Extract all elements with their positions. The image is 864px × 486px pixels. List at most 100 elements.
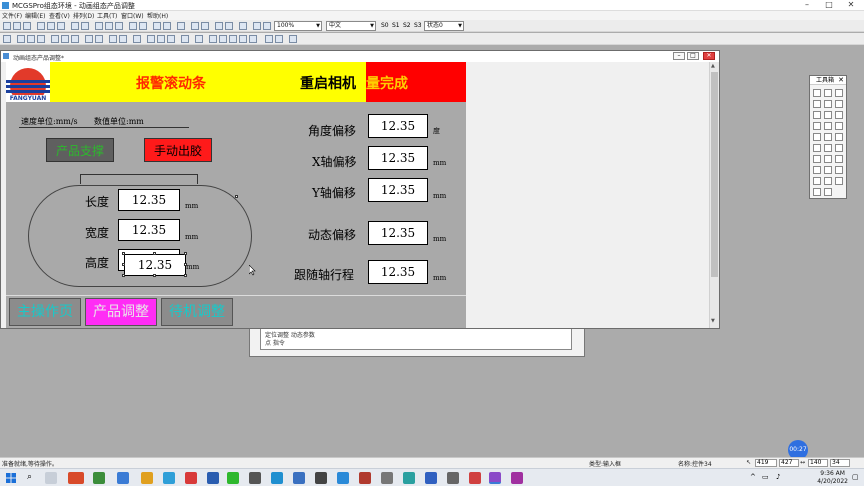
volume-icon[interactable]: ♪ bbox=[776, 473, 780, 481]
round-rect-tool-icon[interactable] bbox=[824, 100, 832, 108]
cut-icon[interactable] bbox=[37, 22, 45, 30]
menu-arrange[interactable]: 排列(D) bbox=[73, 11, 94, 20]
fx-tool-icon[interactable] bbox=[824, 188, 832, 196]
app-icon-12[interactable] bbox=[381, 472, 393, 484]
app-icon-16[interactable] bbox=[511, 472, 523, 484]
product-adjust-button[interactable]: 产品调整 bbox=[85, 298, 157, 326]
switch-tool-icon[interactable] bbox=[824, 144, 832, 152]
new-icon[interactable] bbox=[3, 22, 11, 30]
width-input[interactable]: 12.35 bbox=[118, 219, 180, 241]
background-window[interactable]: 定位调整 动态参数 点 指令 bbox=[249, 327, 585, 357]
menu-view[interactable]: 查看(V) bbox=[49, 11, 70, 20]
toolbox-close-icon[interactable]: ✕ bbox=[838, 76, 844, 85]
pointer-icon[interactable] bbox=[3, 35, 11, 43]
radio-tool-icon[interactable] bbox=[835, 155, 843, 163]
image-icon[interactable] bbox=[219, 35, 227, 43]
text-tool-icon[interactable] bbox=[824, 111, 832, 119]
state-select[interactable]: 状态0 ▼ bbox=[424, 21, 464, 31]
mcgs-icon[interactable] bbox=[489, 472, 501, 484]
child-minimize-icon[interactable]: – bbox=[673, 52, 685, 60]
undo-icon[interactable] bbox=[71, 22, 79, 30]
ellipse-tool-icon[interactable] bbox=[835, 100, 843, 108]
flip-h-icon[interactable] bbox=[157, 35, 165, 43]
main-page-button[interactable]: 主操作页 bbox=[9, 298, 81, 326]
height-input[interactable]: 12.35 bbox=[124, 254, 186, 276]
rect-tool-icon[interactable] bbox=[813, 100, 821, 108]
vertical-scrollbar[interactable]: ▲ ▼ bbox=[709, 62, 719, 328]
same-width-icon[interactable] bbox=[51, 35, 59, 43]
align-left-icon[interactable] bbox=[95, 22, 103, 30]
angle-offset-input[interactable]: 12.35 bbox=[368, 114, 428, 138]
scroll-thumb[interactable] bbox=[711, 72, 718, 277]
align-middle-icon[interactable] bbox=[27, 35, 35, 43]
save-icon[interactable] bbox=[23, 22, 31, 30]
align-center-icon[interactable] bbox=[105, 22, 113, 30]
tray-arrow-icon[interactable]: ^ bbox=[750, 473, 756, 481]
slider-tool-icon[interactable] bbox=[813, 144, 821, 152]
knob-tool-icon[interactable] bbox=[835, 144, 843, 152]
copy-icon[interactable] bbox=[47, 22, 55, 30]
manual-glue-button[interactable]: 手动出胶 bbox=[144, 138, 212, 162]
follow-axis-input[interactable]: 12.35 bbox=[368, 260, 428, 284]
list-tool-icon[interactable] bbox=[824, 177, 832, 185]
bold-icon[interactable] bbox=[191, 22, 199, 30]
group-icon[interactable] bbox=[129, 22, 137, 30]
table-tool-icon[interactable] bbox=[813, 166, 821, 174]
app-icon-8[interactable] bbox=[293, 472, 305, 484]
send-back-icon[interactable] bbox=[163, 22, 171, 30]
pointer-tool-icon[interactable] bbox=[813, 89, 821, 97]
image-tool-icon[interactable] bbox=[835, 166, 843, 174]
child-close-icon[interactable]: ✕ bbox=[703, 52, 715, 60]
ungroup-icon[interactable] bbox=[139, 22, 147, 30]
italic-icon[interactable] bbox=[201, 22, 209, 30]
search-icon[interactable]: ⌕ bbox=[27, 472, 32, 482]
alarm-tool-icon[interactable] bbox=[813, 177, 821, 185]
align-top-icon[interactable] bbox=[17, 35, 25, 43]
user-tool-icon[interactable] bbox=[835, 177, 843, 185]
print-icon[interactable] bbox=[275, 35, 283, 43]
same-height-icon[interactable] bbox=[61, 35, 69, 43]
network-icon[interactable]: ▭ bbox=[762, 473, 769, 481]
redo-icon[interactable] bbox=[81, 22, 89, 30]
state-s1[interactable]: S1 bbox=[392, 22, 400, 29]
app-icon-11[interactable] bbox=[359, 472, 371, 484]
app-icon-3[interactable] bbox=[163, 472, 175, 484]
v-space-icon[interactable] bbox=[95, 35, 103, 43]
arrow-tool-icon[interactable] bbox=[835, 89, 843, 97]
home-icon[interactable] bbox=[265, 35, 273, 43]
taskbar-clock[interactable]: 9:36 AM 4/20/2022 bbox=[817, 470, 848, 486]
label-tool-icon[interactable] bbox=[835, 111, 843, 119]
center-v-icon[interactable] bbox=[119, 35, 127, 43]
app-icon-2[interactable] bbox=[93, 472, 105, 484]
line-color-icon[interactable] bbox=[225, 22, 233, 30]
app-icon-7[interactable] bbox=[271, 472, 283, 484]
center-h-icon[interactable] bbox=[109, 35, 117, 43]
layer-icon[interactable] bbox=[195, 35, 203, 43]
gauge-tool-icon[interactable] bbox=[835, 133, 843, 141]
y-offset-input[interactable]: 12.35 bbox=[368, 178, 428, 202]
menu-window[interactable]: 窗口(W) bbox=[121, 11, 144, 20]
font-select[interactable]: 中文 ▼ bbox=[326, 21, 376, 31]
child-maximize-icon[interactable]: □ bbox=[687, 52, 699, 60]
paint-icon[interactable] bbox=[249, 35, 257, 43]
settings-icon[interactable] bbox=[447, 472, 459, 484]
restart-camera-text[interactable]: 重启相机 bbox=[300, 73, 356, 93]
gif-tool-icon[interactable] bbox=[824, 166, 832, 174]
task-view-icon[interactable] bbox=[45, 472, 57, 484]
bar-tool-icon[interactable] bbox=[824, 133, 832, 141]
state-s3[interactable]: S3 bbox=[414, 22, 422, 29]
align-bottom-icon[interactable] bbox=[37, 35, 45, 43]
length-input[interactable]: 12.35 bbox=[118, 189, 180, 211]
x-offset-input[interactable]: 12.35 bbox=[368, 146, 428, 170]
polygon-tool-icon[interactable] bbox=[813, 111, 821, 119]
open-icon[interactable] bbox=[13, 22, 21, 30]
edge-icon[interactable] bbox=[117, 472, 129, 484]
app-icon-14[interactable] bbox=[425, 472, 437, 484]
app-icon-6[interactable] bbox=[249, 472, 261, 484]
shape-icon[interactable] bbox=[209, 35, 217, 43]
picture-icon[interactable] bbox=[229, 35, 237, 43]
zoom-select[interactable]: 100% ▼ bbox=[274, 21, 322, 31]
close-icon[interactable]: ✕ bbox=[840, 0, 862, 9]
app-icon-10[interactable] bbox=[337, 472, 349, 484]
product-support-button[interactable]: 产品支撑 bbox=[46, 138, 114, 162]
